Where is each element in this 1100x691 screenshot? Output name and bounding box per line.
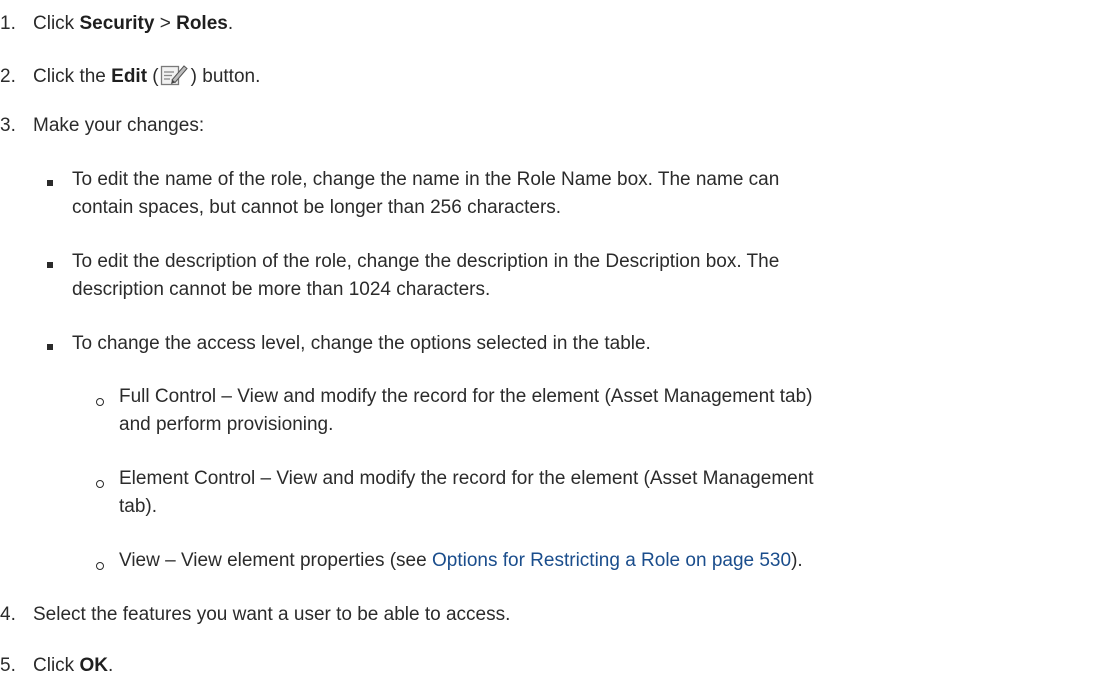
bullet-square-icon <box>47 344 53 350</box>
step-4: 4. Select the features you want a user to… <box>0 604 511 625</box>
bullet-item: To change the access level, change the o… <box>72 333 651 354</box>
step-number: 3. <box>0 115 16 136</box>
step-number: 1. <box>0 13 16 34</box>
option-element-control: Element Control – View and modify the re… <box>119 468 814 517</box>
bullet-item: To edit the name of the role, change the… <box>72 169 780 218</box>
bullet-circle-icon <box>96 480 104 488</box>
bullet-circle-icon <box>96 398 104 406</box>
menu-security: Security <box>79 13 155 34</box>
edit-pencil-icon <box>160 63 190 87</box>
step-number: 4. <box>0 604 16 625</box>
step-1: 1. Click Security > Roles. <box>0 13 234 34</box>
step-2: 2. Click the Edit ( ) button. <box>0 63 260 89</box>
step-3: 3. Make your changes: <box>0 115 205 136</box>
bullet-square-icon <box>47 262 53 268</box>
option-full-control: Full Control – View and modify the recor… <box>119 386 813 435</box>
option-view: View – View element properties (see Opti… <box>119 550 803 571</box>
step-5: 5. Click OK. <box>0 655 114 676</box>
step-number: 2. <box>0 66 16 87</box>
restricting-role-link[interactable]: Options for Restricting a Role on page 5… <box>432 550 791 571</box>
bullet-circle-icon <box>96 562 104 570</box>
ok-label: OK <box>79 655 108 676</box>
edit-label: Edit <box>111 66 148 87</box>
bullet-item: To edit the description of the role, cha… <box>72 251 780 300</box>
step-number: 5. <box>0 655 16 676</box>
menu-roles: Roles <box>176 13 228 34</box>
bullet-square-icon <box>47 180 53 186</box>
